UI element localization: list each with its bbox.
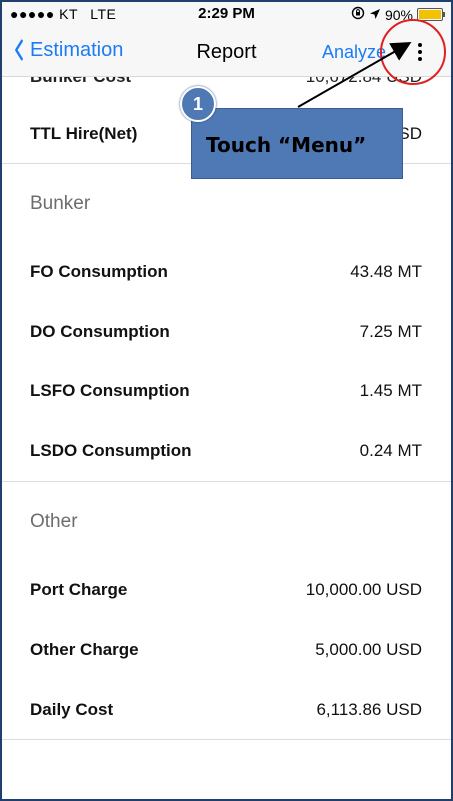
list-item: Port Charge 10,000.00 USD <box>0 560 453 620</box>
report-list: Bunker Cost 10,672.84 USD TTL Hire(Net) … <box>0 77 453 801</box>
list-item: Bunker Cost 10,672.84 USD <box>0 77 453 95</box>
section-divider <box>0 481 453 482</box>
row-label: LSDO Consumption <box>30 441 192 460</box>
step-number-badge: 1 <box>180 86 216 122</box>
status-bar: ●●●●● KT LTE 2:29 PM 90% <box>0 0 453 28</box>
row-value: 0.24 MT <box>359 441 422 460</box>
row-label: FO Consumption <box>30 262 168 281</box>
tutorial-instruction: Touch “Menu” <box>206 133 367 157</box>
analyze-button[interactable]: Analyze <box>322 42 386 63</box>
list-item: LSFO Consumption 1.45 MT <box>0 361 453 421</box>
tutorial-callout: Touch “Menu” <box>191 108 403 179</box>
list-item: DO Consumption 7.25 MT <box>0 302 453 362</box>
rotation-lock-icon <box>351 6 365 23</box>
row-value: 6,113.86 USD <box>316 700 422 719</box>
section-divider <box>0 739 453 740</box>
row-label: Port Charge <box>30 580 128 599</box>
status-right: 90% <box>351 6 445 23</box>
menu-highlight-circle <box>380 19 446 85</box>
location-arrow-icon <box>369 7 381 23</box>
row-value: 10,000.00 USD <box>305 580 422 599</box>
row-label: Other Charge <box>30 640 139 659</box>
section-header-bunker: Bunker <box>30 193 91 214</box>
row-label: LSFO Consumption <box>30 381 190 400</box>
row-label: DO Consumption <box>30 322 170 341</box>
list-item: Other Charge 5,000.00 USD <box>0 620 453 680</box>
list-item: FO Consumption 43.48 MT <box>0 242 453 302</box>
row-value: 7.25 MT <box>359 322 422 341</box>
row-label: TTL Hire(Net) <box>30 124 138 143</box>
list-item: LSDO Consumption 0.24 MT <box>0 421 453 481</box>
row-value: 1.45 MT <box>359 381 422 400</box>
row-value: 5,000.00 USD <box>315 640 422 659</box>
section-header-other: Other <box>30 511 78 532</box>
list-item: Daily Cost 6,113.86 USD <box>0 680 453 740</box>
row-label: Bunker Cost <box>30 77 131 87</box>
row-label: Daily Cost <box>30 700 114 719</box>
row-value: 43.48 MT <box>350 262 422 281</box>
